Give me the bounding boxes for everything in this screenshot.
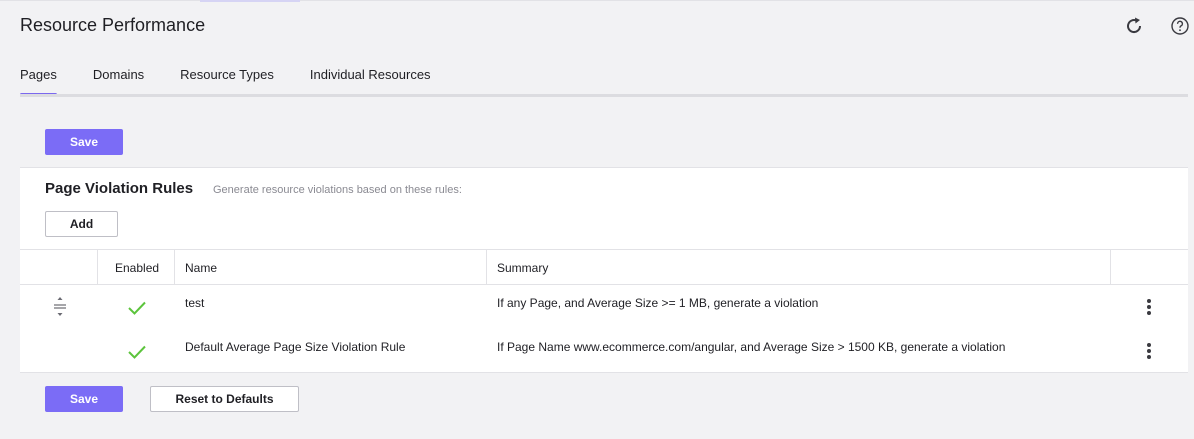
rule-name: Default Average Page Size Violation Rule <box>185 340 406 354</box>
column-separator <box>1110 250 1111 285</box>
rule-summary: If any Page, and Average Size >= 1 MB, g… <box>497 296 819 310</box>
enabled-check-icon[interactable] <box>127 300 146 315</box>
section-subtitle: Generate resource violations based on th… <box>213 184 462 196</box>
column-separator <box>174 250 175 285</box>
enabled-check-icon[interactable] <box>127 344 146 359</box>
tab-individual-resources[interactable]: Individual Resources <box>310 66 431 96</box>
reset-to-defaults-button[interactable]: Reset to Defaults <box>150 386 299 412</box>
refresh-icon[interactable] <box>1122 14 1146 38</box>
section-title: Page Violation Rules <box>45 180 194 197</box>
table-row: Default Average Page Size Violation Rule… <box>20 330 1188 374</box>
top-border <box>0 0 1194 1</box>
top-accent-bar <box>200 0 300 2</box>
page-title: Resource Performance <box>20 15 206 35</box>
column-header-summary[interactable]: Summary <box>497 261 548 275</box>
column-header-enabled[interactable]: Enabled <box>115 261 159 275</box>
save-button-bottom[interactable]: Save <box>45 386 123 412</box>
add-rule-button[interactable]: Add <box>45 211 118 237</box>
rule-summary: If Page Name www.ecommerce.com/angular, … <box>497 340 1006 354</box>
tab-resource-types[interactable]: Resource Types <box>180 66 274 96</box>
tab-domains[interactable]: Domains <box>93 66 144 96</box>
help-icon[interactable] <box>1168 14 1192 38</box>
table-header: Enabled Name Summary <box>20 249 1188 285</box>
rule-name: test <box>185 296 205 310</box>
row-menu-icon[interactable] <box>1143 343 1155 363</box>
column-separator <box>486 250 487 285</box>
drag-handle-icon[interactable] <box>53 296 67 323</box>
save-button-top[interactable]: Save <box>45 129 123 155</box>
table-row: test If any Page, and Average Size >= 1 … <box>20 286 1188 330</box>
column-header-name[interactable]: Name <box>185 261 217 275</box>
column-separator <box>97 250 98 285</box>
tab-bar: Pages Domains Resource Types Individual … <box>20 66 467 96</box>
row-menu-icon[interactable] <box>1143 299 1155 319</box>
tab-pages[interactable]: Pages <box>20 66 57 96</box>
tabs-divider <box>20 94 1188 97</box>
